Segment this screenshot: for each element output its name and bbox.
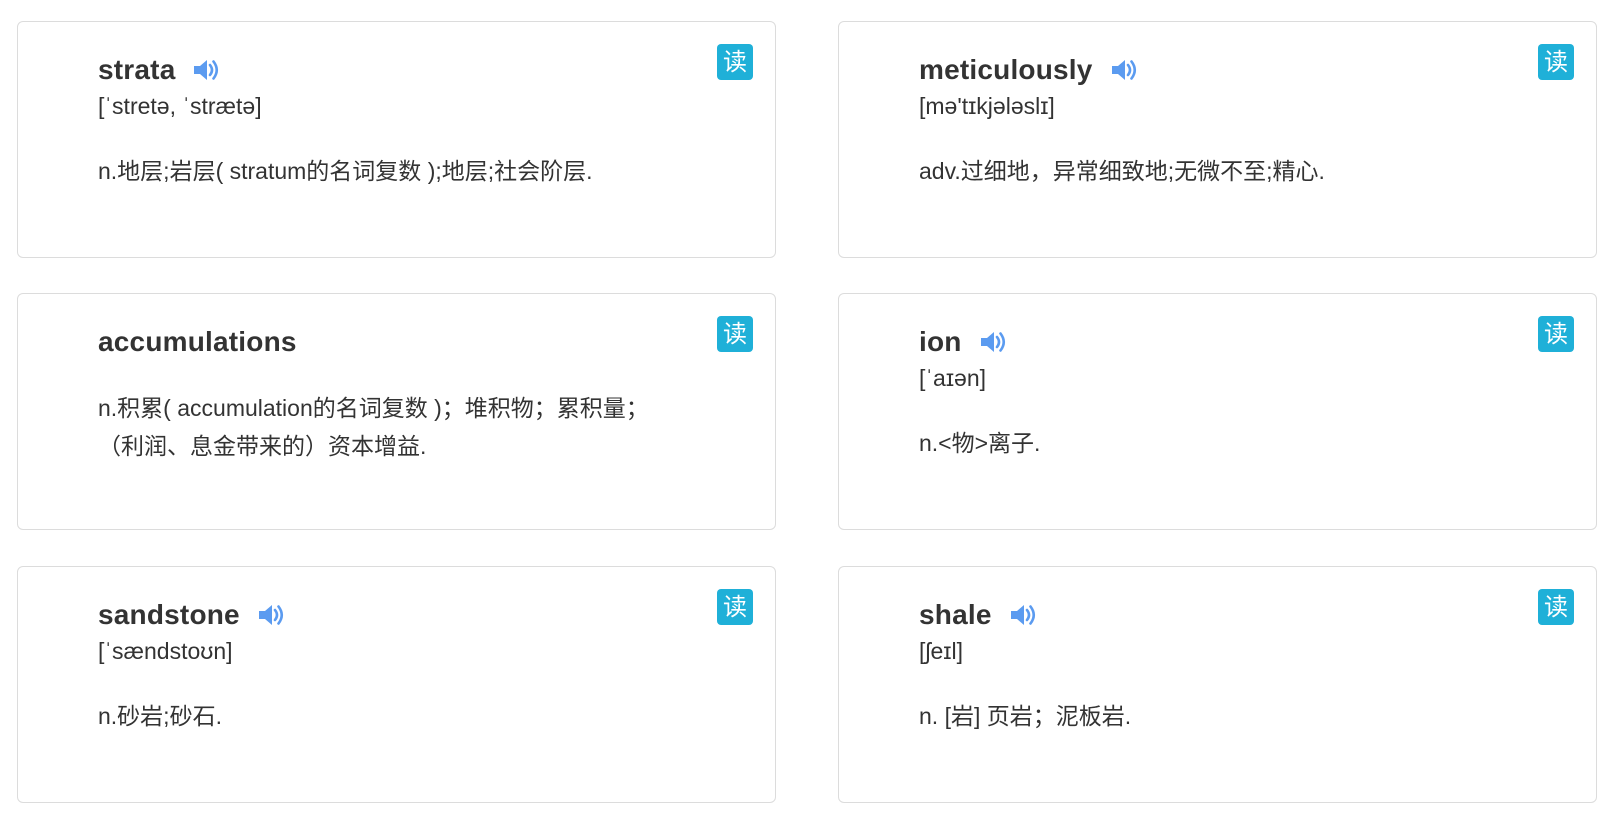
word-row: strata xyxy=(98,52,221,88)
phonetic: [mə'tɪkjələslɪ] xyxy=(919,93,1055,119)
phonetic: [ˈsændstoʊn] xyxy=(98,638,233,664)
word-row: shale xyxy=(919,597,1038,633)
speaker-icon[interactable] xyxy=(978,329,1008,355)
definition: n.砂岩;砂石. xyxy=(98,703,222,729)
word-card: ion [ˈaɪən] n.<物>离子. 读 xyxy=(838,293,1597,530)
read-button[interactable]: 读 xyxy=(717,44,753,80)
word-card: accumulations n.积累( accumulation的名词复数 )；… xyxy=(17,293,776,530)
word-row: accumulations xyxy=(98,324,297,360)
word-card: meticulously [mə'tɪkjələslɪ] adv.过细地，异常细… xyxy=(838,21,1597,258)
definition: n.<物>离子. xyxy=(919,430,1041,456)
word-card: sandstone [ˈsændstoʊn] n.砂岩;砂石. 读 xyxy=(17,566,776,803)
speaker-icon[interactable] xyxy=(1008,602,1038,628)
word-title: sandstone xyxy=(98,599,240,630)
speaker-icon[interactable] xyxy=(1109,57,1139,83)
read-button[interactable]: 读 xyxy=(1538,589,1574,625)
read-button[interactable]: 读 xyxy=(1538,316,1574,352)
definition: n. [岩] 页岩；泥板岩. xyxy=(919,703,1132,729)
word-title: ion xyxy=(919,326,962,357)
read-button[interactable]: 读 xyxy=(717,589,753,625)
definition: adv.过细地，异常细致地;无微不至;精心. xyxy=(919,158,1325,184)
phonetic: [ʃeɪl] xyxy=(919,638,963,664)
word-title: shale xyxy=(919,599,992,630)
read-button[interactable]: 读 xyxy=(717,316,753,352)
word-title: strata xyxy=(98,54,176,85)
phonetic: [ˈaɪən] xyxy=(919,365,987,391)
word-row: meticulously xyxy=(919,52,1139,88)
word-card-grid: strata [ˈstretə, ˈstrætə] n.地层;岩层( strat… xyxy=(0,0,1613,818)
word-title: accumulations xyxy=(98,326,297,357)
word-card: strata [ˈstretə, ˈstrætə] n.地层;岩层( strat… xyxy=(17,21,776,258)
read-button[interactable]: 读 xyxy=(1538,44,1574,80)
speaker-icon[interactable] xyxy=(191,57,221,83)
phonetic: [ˈstretə, ˈstrætə] xyxy=(98,93,262,119)
speaker-icon[interactable] xyxy=(256,602,286,628)
word-card: shale [ʃeɪl] n. [岩] 页岩；泥板岩. 读 xyxy=(838,566,1597,803)
word-row: sandstone xyxy=(98,597,286,633)
definition: n.积累( accumulation的名词复数 )；堆积物；累积量；（利润、息金… xyxy=(98,395,649,459)
word-title: meticulously xyxy=(919,54,1093,85)
word-row: ion xyxy=(919,324,1008,360)
definition: n.地层;岩层( stratum的名词复数 );地层;社会阶层. xyxy=(98,158,593,184)
